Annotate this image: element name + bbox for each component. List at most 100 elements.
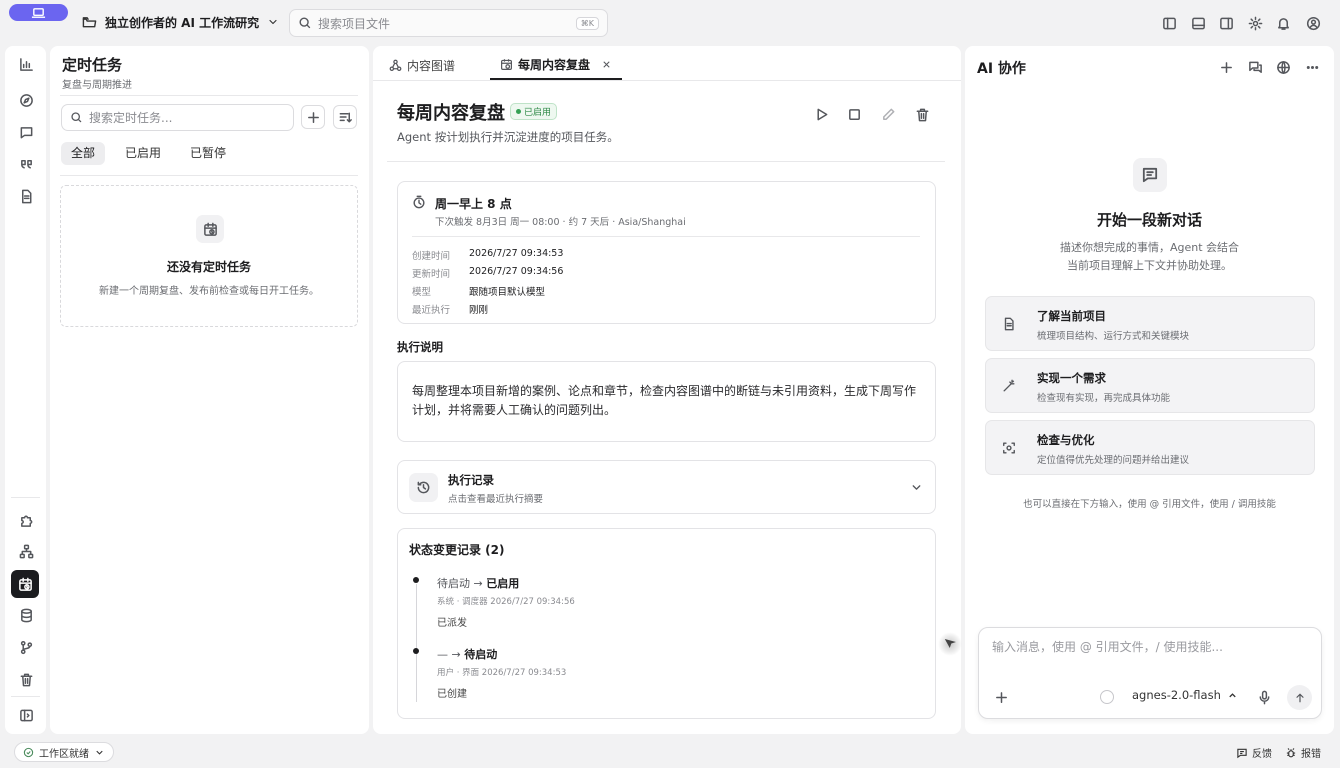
timeline-dot bbox=[413, 648, 419, 654]
suggestion-title: 实现一个需求 bbox=[1037, 371, 1106, 385]
nav-database[interactable] bbox=[15, 604, 37, 626]
delete-task-button[interactable] bbox=[911, 103, 933, 125]
database-icon bbox=[20, 608, 32, 622]
graph-icon bbox=[389, 59, 402, 71]
workspace-status[interactable]: 工作区就绪 bbox=[14, 742, 114, 762]
pencil-icon bbox=[882, 108, 894, 120]
suggestion-implement-feature[interactable]: 实现一个需求 检查现有实现，再完成具体功能 bbox=[985, 358, 1315, 413]
nav-explore[interactable] bbox=[15, 89, 37, 111]
tab-content-graph[interactable]: 内容图谱 bbox=[387, 50, 457, 80]
state-change: 待启动 → 已启用 bbox=[437, 575, 519, 591]
report-bug-link[interactable]: 报错 bbox=[1285, 745, 1321, 760]
timer-icon bbox=[412, 195, 426, 209]
edit-task-button[interactable] bbox=[877, 103, 899, 125]
more-options-button[interactable] bbox=[1301, 56, 1323, 78]
model-selector[interactable]: agnes-2.0-flash bbox=[1132, 688, 1238, 702]
state-change-note: 已派发 bbox=[437, 618, 467, 629]
nav-analytics[interactable] bbox=[15, 53, 37, 75]
calendar-clock-icon bbox=[501, 58, 512, 70]
microphone-icon bbox=[1259, 690, 1269, 704]
nav-structure[interactable] bbox=[15, 540, 37, 562]
state-change: — → 待启动 bbox=[437, 646, 497, 662]
settings-button[interactable] bbox=[1244, 12, 1266, 34]
ai-desc-line: 描述你想完成的事情，Agent 会结合 bbox=[1059, 241, 1240, 254]
toggle-left-panel-button[interactable] bbox=[1158, 12, 1180, 34]
puzzle-icon bbox=[20, 515, 32, 527]
tab-label: 每周内容复盘 bbox=[518, 57, 591, 72]
toggle-bottom-panel-button[interactable] bbox=[1187, 12, 1209, 34]
web-toggle-button[interactable] bbox=[1272, 56, 1294, 78]
state-change-meta: 用户 · 界面 2026/7/27 09:34:53 bbox=[437, 668, 567, 678]
notifications-button[interactable] bbox=[1272, 12, 1294, 34]
meta-value: 2026/7/27 09:34:56 bbox=[469, 266, 564, 277]
nav-trash[interactable] bbox=[15, 668, 37, 690]
scheduled-tasks-panel: 定时任务 复盘与周期推进 搜索定时任务... 全部 已启用 已暂停 还没有定时任… bbox=[50, 46, 369, 734]
suggestion-understand-project[interactable]: 了解当前项目 梳理项目结构、运行方式和关键模块 bbox=[985, 296, 1315, 351]
meta-key: 模型 bbox=[412, 287, 432, 298]
project-switcher[interactable]: 独立创作者的 AI 工作流研究 bbox=[82, 12, 279, 32]
meta-value: 2026/7/27 09:34:53 bbox=[469, 248, 564, 259]
run-task-button[interactable] bbox=[810, 103, 832, 125]
gear-icon bbox=[1248, 16, 1262, 30]
sort-tasks-button[interactable] bbox=[333, 105, 357, 129]
filter-paused[interactable]: 已暂停 bbox=[180, 142, 236, 165]
add-task-button[interactable] bbox=[301, 105, 325, 129]
play-icon bbox=[816, 108, 827, 120]
chat-history-button[interactable] bbox=[1244, 56, 1266, 78]
meta-value: 刚刚 bbox=[469, 305, 489, 316]
magic-wand-icon bbox=[1002, 379, 1016, 393]
ai-empty-heading: 开始一段新对话 bbox=[1096, 211, 1202, 229]
toggle-right-panel-button[interactable] bbox=[1215, 12, 1237, 34]
messages-icon bbox=[1248, 61, 1262, 73]
nav-scheduled-tasks[interactable] bbox=[11, 570, 39, 598]
task-search-input[interactable]: 搜索定时任务... bbox=[61, 104, 294, 131]
file-text-icon bbox=[1002, 317, 1016, 331]
project-search[interactable]: 搜索项目文件 ⌘K bbox=[289, 9, 608, 37]
message-composer: agnes-2.0-flash bbox=[978, 627, 1322, 719]
message-input[interactable] bbox=[992, 640, 1312, 654]
suggestion-review-optimize[interactable]: 检查与优化 定位值得优先处理的问题并给出建议 bbox=[985, 420, 1315, 475]
state-change-meta: 系统 · 调度器 2026/7/27 09:34:56 bbox=[437, 597, 575, 607]
model-name: agnes-2.0-flash bbox=[1132, 688, 1221, 702]
suggestion-desc: 检查现有实现，再完成具体功能 bbox=[1037, 393, 1171, 404]
message-square-icon bbox=[20, 126, 32, 138]
empty-state-title: 还没有定时任务 bbox=[166, 260, 251, 274]
close-icon[interactable] bbox=[601, 59, 612, 70]
voice-input-button[interactable] bbox=[1254, 687, 1274, 707]
nav-git[interactable] bbox=[15, 636, 37, 658]
app-logo-button[interactable] bbox=[9, 4, 68, 21]
sidebar-collapse-icon bbox=[19, 709, 33, 721]
account-button[interactable] bbox=[1302, 12, 1324, 34]
history-icon bbox=[409, 473, 438, 502]
filter-enabled[interactable]: 已启用 bbox=[115, 142, 171, 165]
card-divider bbox=[412, 236, 920, 237]
scan-icon bbox=[1002, 441, 1016, 455]
plus-icon bbox=[995, 691, 1007, 703]
filter-all[interactable]: 全部 bbox=[61, 142, 106, 165]
new-chat-button[interactable] bbox=[1215, 56, 1237, 78]
empty-state: 还没有定时任务 新建一个周期复盘、发布前检查或每日开工任务。 bbox=[60, 185, 358, 327]
nav-plugins[interactable] bbox=[15, 509, 37, 531]
meta-value: 跟随项目默认模型 bbox=[469, 287, 546, 298]
nav-documents[interactable] bbox=[15, 185, 37, 207]
state-history-card: 状态变更记录 (2) 待启动 → 已启用 系统 · 调度器 2026/7/27 … bbox=[397, 528, 936, 719]
send-button[interactable] bbox=[1287, 685, 1312, 710]
plus-icon bbox=[307, 111, 319, 123]
tabs-divider bbox=[373, 80, 961, 81]
panel-bottom-icon bbox=[1191, 17, 1205, 29]
execution-log-toggle[interactable]: 执行记录 点击查看最近执行摘要 bbox=[397, 460, 936, 514]
panel-title: 定时任务 bbox=[62, 56, 123, 74]
tab-weekly-review[interactable]: 每周内容复盘 bbox=[490, 50, 623, 80]
feedback-label: 反馈 bbox=[1252, 749, 1272, 760]
attach-button[interactable] bbox=[991, 687, 1011, 707]
nav-quotes[interactable] bbox=[15, 153, 37, 175]
nav-collapse[interactable] bbox=[15, 704, 37, 726]
ai-empty-description: 描述你想完成的事情，Agent 会结合 当前项目理解上下文并协助处理。 bbox=[965, 239, 1334, 275]
nav-messages[interactable] bbox=[15, 121, 37, 143]
feedback-link[interactable]: 反馈 bbox=[1236, 745, 1272, 760]
task-detail-panel: 内容图谱 每周内容复盘 每周内容复盘 已启用 Agent 按计划执行并沉淀进度的… bbox=[373, 46, 961, 734]
stop-task-button[interactable] bbox=[843, 103, 865, 125]
chevron-up-icon bbox=[1229, 692, 1236, 697]
stop-icon bbox=[848, 108, 860, 120]
report-label: 报错 bbox=[1301, 749, 1321, 760]
